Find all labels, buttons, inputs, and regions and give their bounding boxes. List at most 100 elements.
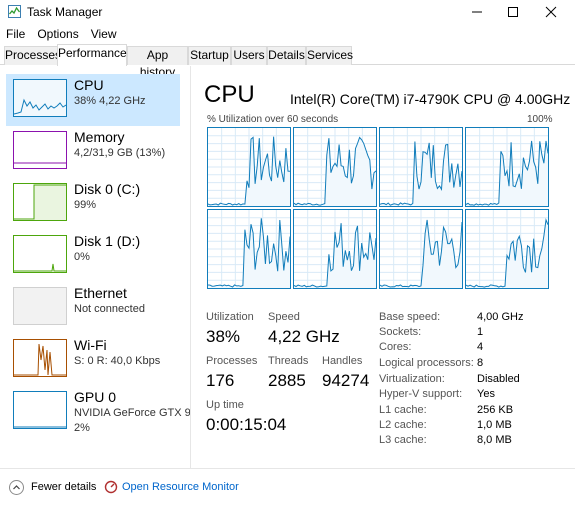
- resource-detail: 0%: [74, 251, 90, 263]
- logical-processor-graph: [379, 209, 463, 289]
- resource-name: GPU 0: [74, 389, 117, 405]
- core-graph-svg: [379, 128, 463, 206]
- tab-startup[interactable]: Startup: [188, 46, 231, 65]
- open-resource-monitor-link[interactable]: Open Resource Monitor: [122, 481, 239, 493]
- spec-label: Base speed:: [379, 311, 441, 323]
- resource-monitor-icon: [104, 480, 118, 494]
- cpu-thumbnail-line: [13, 98, 67, 115]
- memory-thumbnail-graph: [13, 131, 67, 169]
- gpu-thumbnail-line: [14, 426, 66, 428]
- disk0-thumbnail-line: [14, 184, 66, 220]
- resource-memory[interactable]: Memory 4,2/31,9 GB (13%): [6, 126, 180, 178]
- processes-value: 176: [206, 371, 235, 390]
- title-bar[interactable]: Task Manager: [0, 0, 575, 24]
- resource-name: Memory: [74, 129, 125, 145]
- threads-label: Threads: [268, 355, 309, 367]
- core-graph-svg: [465, 210, 549, 288]
- resource-disk-0[interactable]: Disk 0 (C:) 99%: [6, 178, 180, 230]
- core-graph-svg: [465, 128, 549, 206]
- cpu-thumbnail-graph: [13, 79, 67, 117]
- tab-strip: Processes Performance App history Startu…: [0, 44, 575, 79]
- spec-label: L2 cache:: [379, 419, 427, 431]
- menu-file[interactable]: File: [0, 25, 31, 43]
- spec-value: 1: [477, 326, 484, 338]
- threads-value: 2885: [268, 371, 306, 390]
- resource-detail: Not connected: [74, 303, 145, 315]
- resource-disk-1[interactable]: Disk 1 (D:) 0%: [6, 230, 180, 282]
- resource-ethernet[interactable]: Ethernet Not connected: [6, 282, 180, 334]
- chevron-up-glyph: [13, 485, 20, 490]
- wifi-thumbnail-line: [14, 343, 66, 376]
- cpu-model: Intel(R) Core(TM) i7-4790K CPU @ 4.00GHz: [290, 91, 571, 107]
- memory-thumbnail-line: [14, 162, 66, 164]
- utilization-label: Utilization: [206, 311, 254, 323]
- spec-value: 4,00 GHz: [477, 311, 524, 323]
- graph-max-label: 100%: [527, 114, 553, 125]
- logical-processor-graph: [379, 127, 463, 207]
- spec-label: Hyper-V support:: [379, 388, 463, 400]
- logical-processor-graph: [465, 127, 549, 207]
- resource-gpu[interactable]: GPU 0 NVIDIA GeForce GTX 980 2%: [6, 386, 190, 438]
- spec-value: Disabled: [477, 373, 520, 385]
- tab-processes[interactable]: Processes: [4, 46, 61, 65]
- cpu-core-graphs: [207, 127, 551, 289]
- minimize-button[interactable]: [459, 0, 495, 24]
- detail-title: CPU: [204, 81, 255, 108]
- fewer-details-link[interactable]: Fewer details: [31, 481, 96, 493]
- resource-name: Wi-Fi: [74, 337, 107, 353]
- resource-name: Disk 1 (D:): [74, 233, 141, 249]
- chevron-up-icon[interactable]: [9, 480, 24, 495]
- window-title: Task Manager: [27, 5, 103, 19]
- wifi-thumbnail-graph: [13, 339, 67, 377]
- uptime-value: 0:00:15:04: [206, 415, 287, 434]
- resource-cpu[interactable]: CPU 38% 4,22 GHz: [6, 74, 180, 126]
- spec-value: 256 KB: [477, 404, 514, 416]
- spec-value: Yes: [477, 388, 495, 400]
- resource-list: CPU 38% 4,22 GHz Memory 4,2/31,9 GB (13%…: [0, 66, 190, 468]
- menu-view[interactable]: View: [85, 25, 123, 43]
- spec-value: 8,0 MB: [477, 434, 512, 446]
- logical-processor-graph: [293, 209, 377, 289]
- spec-label: L1 cache:: [379, 404, 427, 416]
- maximize-icon: [508, 7, 518, 17]
- spec-label: Virtualization:: [379, 373, 445, 385]
- core-graph-svg: [293, 210, 377, 288]
- disk0-thumbnail-graph: [13, 183, 67, 221]
- resource-name: Ethernet: [74, 285, 127, 301]
- tab-app-history[interactable]: App history: [127, 46, 188, 79]
- pane-splitter[interactable]: [190, 66, 191, 468]
- resource-detail: 99%: [74, 199, 97, 211]
- menu-options[interactable]: Options: [31, 25, 84, 43]
- resource-name: Disk 0 (C:): [74, 181, 141, 197]
- speed-value: 4,22 GHz: [268, 327, 340, 346]
- tab-users[interactable]: Users: [231, 46, 267, 65]
- spec-label: Cores:: [379, 341, 412, 353]
- logical-processor-graph: [207, 127, 291, 207]
- resource-wifi[interactable]: Wi-Fi S: 0 R: 40,0 Kbps: [6, 334, 180, 386]
- ethernet-thumbnail-graph: [13, 287, 67, 325]
- resource-name: CPU: [74, 77, 104, 93]
- tab-details[interactable]: Details: [267, 46, 306, 65]
- core-graph-svg: [293, 128, 377, 206]
- spec-value: 4: [477, 341, 484, 353]
- spec-value: 1,0 MB: [477, 419, 512, 431]
- close-button[interactable]: [533, 0, 569, 24]
- resource-detail: NVIDIA GeForce GTX 980: [74, 407, 190, 419]
- core-graph-svg: [379, 210, 463, 288]
- tab-performance[interactable]: Performance: [57, 44, 127, 66]
- menu-bar: File Options View: [0, 25, 123, 43]
- resource-detail: 38% 4,22 GHz: [74, 95, 146, 107]
- resource-detail: S: 0 R: 40,0 Kbps: [74, 355, 161, 367]
- processes-label: Processes: [206, 355, 258, 367]
- spec-label: L3 cache:: [379, 434, 427, 446]
- maximize-button[interactable]: [495, 0, 531, 24]
- disk1-thumbnail-line: [14, 263, 66, 272]
- spec-label: Logical processors:: [379, 357, 474, 369]
- logical-processor-graph: [465, 209, 549, 289]
- footer-bar: Fewer details Open Resource Monitor: [0, 468, 575, 507]
- tab-services[interactable]: Services: [306, 46, 353, 65]
- gpu-thumbnail-graph: [13, 391, 67, 429]
- utilization-value: 38%: [206, 327, 241, 346]
- core-graph-svg: [207, 128, 291, 206]
- resource-detail: 4,2/31,9 GB (13%): [74, 147, 166, 159]
